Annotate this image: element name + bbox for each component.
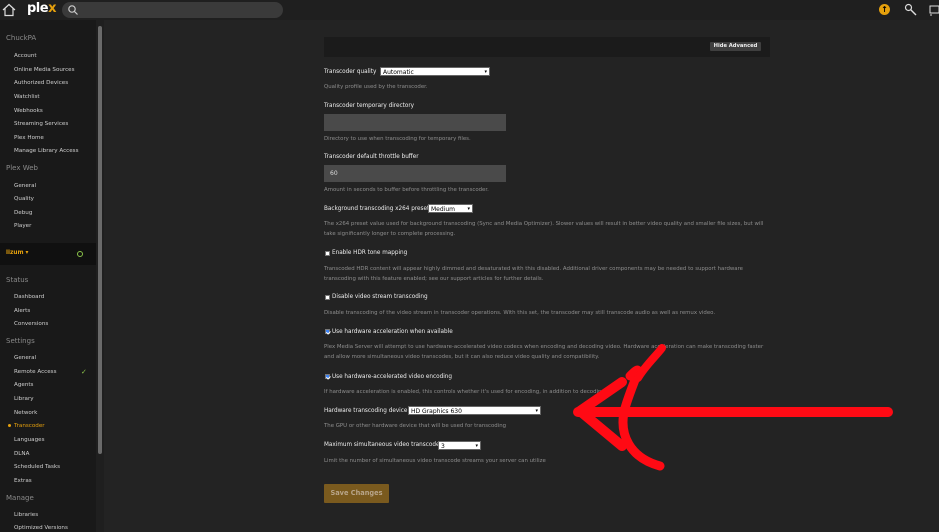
update-icon[interactable]: ↑	[879, 4, 890, 15]
sidebar-header-plex-web: Plex Web	[6, 164, 38, 172]
sidebar-item-dlna[interactable]: DLNA	[14, 451, 29, 457]
disable-video-checkbox[interactable]	[325, 295, 330, 300]
sidebar-item-plex-home[interactable]: Plex Home	[14, 135, 44, 141]
sidebar-header-account: ChuckPA	[6, 34, 37, 42]
throttle-input[interactable]: 60	[324, 165, 506, 182]
hdr-label: Enable HDR tone mapping	[332, 250, 408, 256]
active-indicator-icon	[8, 424, 11, 427]
settings-header-bar	[324, 37, 770, 57]
hw-device-label: Hardware transcoding device	[324, 408, 408, 414]
hw-device-select[interactable]: HD Graphics 630 ▾	[408, 406, 541, 415]
chevron-down-icon: ▾	[535, 408, 538, 414]
sidebar-item-watchlist[interactable]: Watchlist	[14, 94, 40, 100]
remote-access-check-icon: ✓	[81, 368, 87, 376]
save-changes-button[interactable]: Save Changes	[324, 484, 389, 503]
sidebar-header-status: Status	[6, 276, 29, 284]
hide-advanced-button[interactable]: Hide Advanced	[710, 42, 761, 51]
sidebar-item-scheduled-tasks[interactable]: Scheduled Tasks	[14, 464, 60, 470]
server-selector[interactable]: lizum ▾	[0, 243, 96, 265]
sidebar-item-languages[interactable]: Languages	[14, 437, 45, 443]
chevron-down-icon: ▾	[484, 69, 487, 75]
sidebar-item-library[interactable]: Library	[14, 396, 34, 402]
sidebar-item-account[interactable]: Account	[14, 53, 37, 59]
logo-accent: x	[48, 1, 56, 16]
disable-video-help: Disable transcoding of the video stream …	[324, 310, 716, 316]
search-icon	[68, 5, 78, 15]
sidebar-item-authorized-devices[interactable]: Authorized Devices	[14, 80, 68, 86]
sidebar-item-dashboard[interactable]: Dashboard	[14, 294, 44, 300]
hdr-checkbox[interactable]	[325, 251, 330, 256]
throttle-label: Transcoder default throttle buffer	[324, 154, 419, 160]
tools-icon[interactable]	[904, 3, 917, 16]
hw-encode-checkbox[interactable]	[325, 374, 330, 379]
top-bar: plex ↑	[0, 0, 939, 20]
x264-preset-help: The x264 preset value used for backgroun…	[324, 221, 764, 237]
sidebar-header-settings: Settings	[6, 337, 35, 345]
sidebar-item-streaming-services[interactable]: Streaming Services	[14, 121, 68, 127]
sidebar-item-remote-access[interactable]: Remote Access	[14, 369, 57, 375]
sidebar-header-manage: Manage	[6, 494, 34, 502]
hw-device-value: HD Graphics 630	[411, 408, 462, 415]
plex-logo[interactable]: plex	[27, 1, 56, 16]
chevron-down-icon: ▾	[475, 443, 478, 449]
sidebar-item-manage-library-access[interactable]: Manage Library Access	[14, 148, 78, 154]
hdr-help: Transcoded HDR content will appear highl…	[324, 266, 743, 282]
sidebar-item-extras[interactable]: Extras	[14, 478, 32, 484]
sidebar-scrollbar[interactable]	[98, 26, 102, 454]
temp-dir-help: Directory to use when transcoding for te…	[324, 136, 471, 142]
max-transcode-value: 3	[441, 443, 445, 450]
sidebar-item-optimized-versions[interactable]: Optimized Versions	[14, 525, 68, 531]
sidebar-item-transcoder[interactable]: Transcoder	[14, 423, 45, 429]
hw-accel-checkbox[interactable]	[325, 329, 330, 334]
sidebar-item-player[interactable]: Player	[14, 223, 31, 229]
cast-icon[interactable]	[929, 4, 939, 16]
transcoder-quality-help: Quality profile used by the transcoder.	[324, 84, 428, 90]
x264-preset-value: Medium	[431, 206, 455, 213]
search-input[interactable]	[62, 2, 283, 18]
temp-dir-label: Transcoder temporary directory	[324, 103, 415, 109]
disable-video-label: Disable video stream transcoding	[332, 294, 428, 300]
max-transcode-label: Maximum simultaneous video transcode	[324, 442, 440, 448]
transcoder-quality-label: Transcoder quality	[324, 69, 377, 75]
hw-encode-label: Use hardware-accelerated video encoding	[332, 374, 453, 380]
chevron-down-icon: ▾	[467, 206, 470, 212]
annotation-arrow-icon	[573, 344, 893, 471]
temp-dir-input[interactable]	[324, 114, 506, 131]
sidebar-item-quality[interactable]: Quality	[14, 196, 34, 202]
home-icon[interactable]	[2, 3, 16, 17]
throttle-help: Amount in seconds to buffer before throt…	[324, 187, 489, 193]
sidebar-item-webhooks[interactable]: Webhooks	[14, 108, 43, 114]
x264-preset-label: Background transcoding x264 preset	[324, 206, 430, 212]
logo-text: ple	[27, 1, 49, 16]
hw-accel-label: Use hardware acceleration when available	[332, 329, 453, 335]
sidebar-item-settings-general[interactable]: General	[14, 355, 36, 361]
x264-preset-select[interactable]: Medium ▾	[428, 204, 473, 213]
sidebar-item-web-general[interactable]: General	[14, 183, 36, 189]
sidebar-item-libraries[interactable]: Libraries	[14, 512, 38, 518]
sidebar-item-conversions[interactable]: Conversions	[14, 321, 48, 327]
sidebar-item-debug[interactable]: Debug	[14, 210, 32, 216]
sidebar-item-network[interactable]: Network	[14, 410, 37, 416]
sidebar-item-agents[interactable]: Agents	[14, 382, 33, 388]
server-status-icon	[77, 251, 83, 257]
transcoder-quality-value: Automatic	[383, 69, 414, 76]
sidebar-item-alerts[interactable]: Alerts	[14, 308, 30, 314]
max-transcode-select[interactable]: 3 ▾	[438, 441, 481, 450]
server-name: lizum ▾	[6, 250, 29, 256]
transcoder-quality-select[interactable]: Automatic ▾	[380, 67, 490, 76]
sidebar-item-online-media-sources[interactable]: Online Media Sources	[14, 67, 75, 73]
